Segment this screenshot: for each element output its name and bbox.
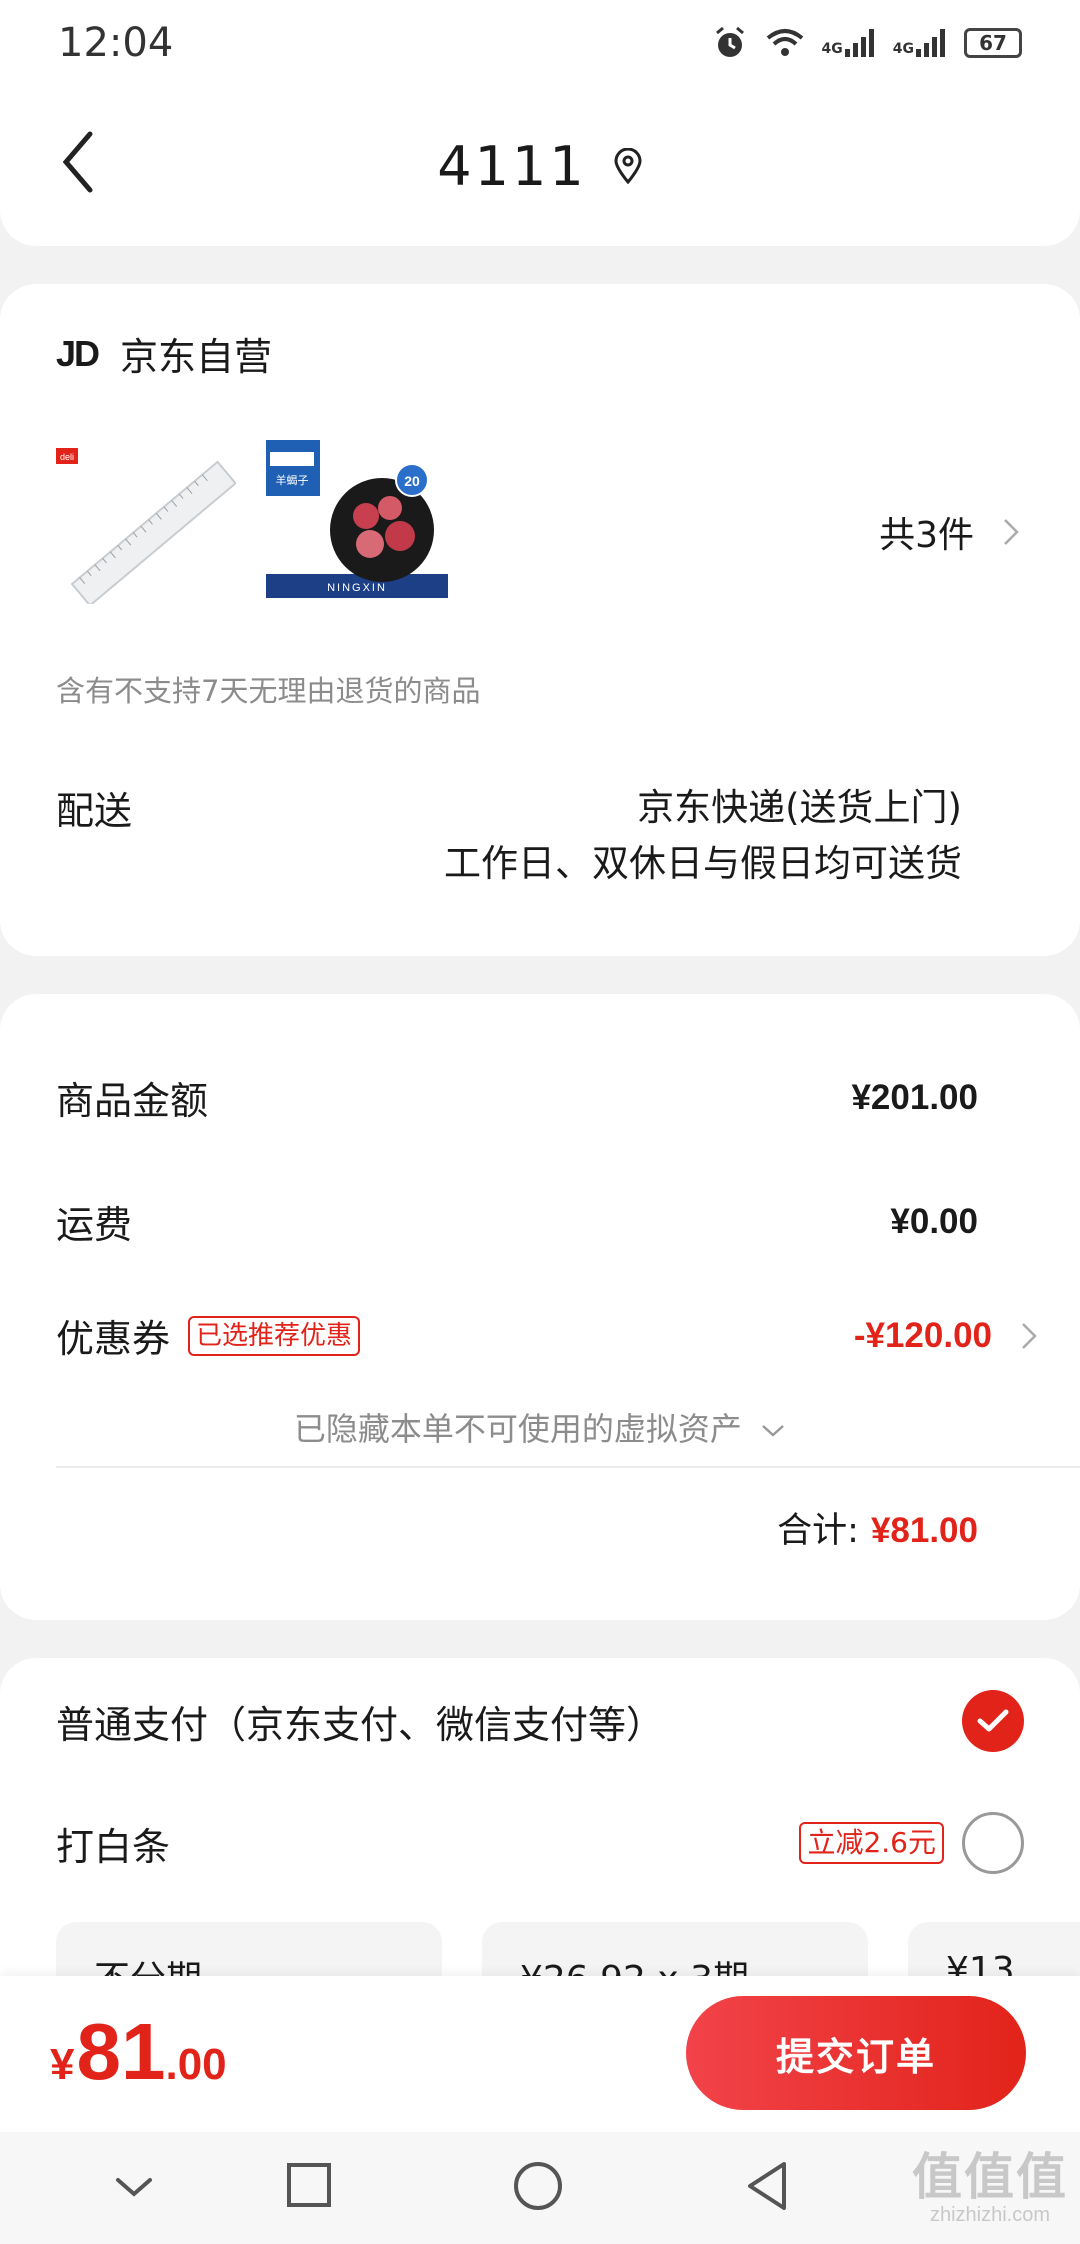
hidden-assets-label: 已隐藏本单不可使用的虚拟资产 <box>293 1410 742 1448</box>
watermark-logo: 值值值 <box>912 2149 1068 2205</box>
chevron-down-icon[interactable] <box>112 2170 156 2206</box>
baitiao-discount-badge: 立减2.6元 <box>799 1822 944 1864</box>
coupon-value: -¥120.00 <box>853 1315 992 1355</box>
price-decimal: .00 <box>165 2040 227 2089</box>
submit-order-button[interactable]: 提交订单 <box>686 1996 1026 2110</box>
ruler-product-image[interactable]: deli <box>56 434 236 604</box>
coupon-label: 优惠券 <box>56 1317 171 1361</box>
item-count-link[interactable]: 共3件 <box>879 506 1020 558</box>
battery-icon: 67 <box>964 28 1022 58</box>
triangle-back-icon[interactable] <box>744 2160 790 2212</box>
delivery-info[interactable]: 京东快递(送货上门) 工作日、双休日与假日均可送货 <box>444 780 962 892</box>
goods-amount-label: 商品金额 <box>56 1079 209 1123</box>
jd-logo: JD <box>56 332 100 374</box>
baitiao-label: 打白条 <box>56 1824 171 1869</box>
bottom-total-price: ¥ 81 .00 <box>50 2006 227 2098</box>
page-title: 4111 <box>437 134 587 198</box>
watermark-url: zhizhizhi.com <box>929 2204 1051 2226</box>
shipping-label: 运费 <box>56 1203 133 1247</box>
alarm-icon <box>715 26 744 57</box>
signal-icon: 4G <box>822 29 875 57</box>
location-pin-icon[interactable] <box>613 148 643 184</box>
goods-amount-value: ¥201.00 <box>851 1077 978 1117</box>
baitiao-payment-option[interactable]: 打白条 立减2.6元 <box>56 1810 1024 1876</box>
lamb-product-image[interactable]: NINGXIN 羊蝎子 20 <box>262 434 452 604</box>
unchecked-icon[interactable] <box>962 1812 1024 1874</box>
goods-amount-row: 商品金额 ¥201.00 <box>56 1070 978 1125</box>
svg-text:20: 20 <box>404 473 420 489</box>
svg-text:NINGXIN: NINGXIN <box>327 582 387 594</box>
shipping-value: ¥0.00 <box>890 1201 978 1241</box>
circle-icon[interactable] <box>512 2160 564 2212</box>
price-integer: 81 <box>76 2007 166 2096</box>
order-items-card: JD 京东自营 deli NINGXIN 羊蝎子 20 共3件 含有不支持7天无… <box>0 284 1080 956</box>
delivery-method: 京东快递(送货上门) <box>637 786 962 829</box>
wifi-icon <box>766 29 803 56</box>
coupon-badge: 已选推荐优惠 <box>188 1315 361 1356</box>
header: 4111 <box>0 86 1080 246</box>
coupon-row[interactable]: 优惠券 已选推荐优惠 -¥120.00 <box>56 1308 1038 1363</box>
square-icon[interactable] <box>286 2162 332 2208</box>
shop-name: 京东自营 <box>120 335 273 379</box>
currency-symbol: ¥ <box>50 2040 75 2089</box>
chevron-right-icon <box>1004 519 1019 545</box>
chevron-right-icon <box>1022 1322 1037 1349</box>
shipping-row: 运费 ¥0.00 <box>56 1194 978 1249</box>
hidden-assets-toggle[interactable]: 已隐藏本单不可使用的虚拟资产 <box>0 1404 1080 1450</box>
chevron-left-icon[interactable] <box>56 124 106 200</box>
checkout-bar: ¥ 81 .00 提交订单 <box>0 1976 1080 2132</box>
status-icons: 4G 4G 67 <box>712 25 1022 61</box>
divider <box>56 1466 1080 1468</box>
normal-payment-option[interactable]: 普通支付（京东支付、微信支付等） <box>56 1688 1024 1754</box>
signal-icon: 4G <box>893 29 946 57</box>
shop-header: JD 京东自营 <box>56 326 272 381</box>
svg-text:deli: deli <box>60 452 74 462</box>
status-bar: 12:04 4G 4G 67 <box>0 0 1080 86</box>
watermark: 值值值 zhizhizhi.com <box>912 2150 1068 2227</box>
total-label: 合计: <box>777 1511 859 1551</box>
return-policy-note: 含有不支持7天无理由退货的商品 <box>56 674 481 708</box>
checked-icon[interactable] <box>962 1690 1024 1752</box>
status-time: 12:04 <box>58 20 174 66</box>
total-value: ¥81.00 <box>870 1511 978 1550</box>
price-summary-card: 商品金额 ¥201.00 运费 ¥0.00 优惠券 已选推荐优惠 -¥120.0… <box>0 994 1080 1620</box>
normal-payment-label: 普通支付（京东支付、微信支付等） <box>56 1702 665 1747</box>
delivery-time: 工作日、双休日与假日均可送货 <box>444 842 962 885</box>
delivery-label: 配送 <box>56 789 133 833</box>
total-row: 合计: ¥81.00 <box>777 1502 978 1553</box>
svg-text:羊蝎子: 羊蝎子 <box>276 473 309 487</box>
chevron-down-icon <box>762 1425 784 1437</box>
item-count: 共3件 <box>879 515 974 556</box>
